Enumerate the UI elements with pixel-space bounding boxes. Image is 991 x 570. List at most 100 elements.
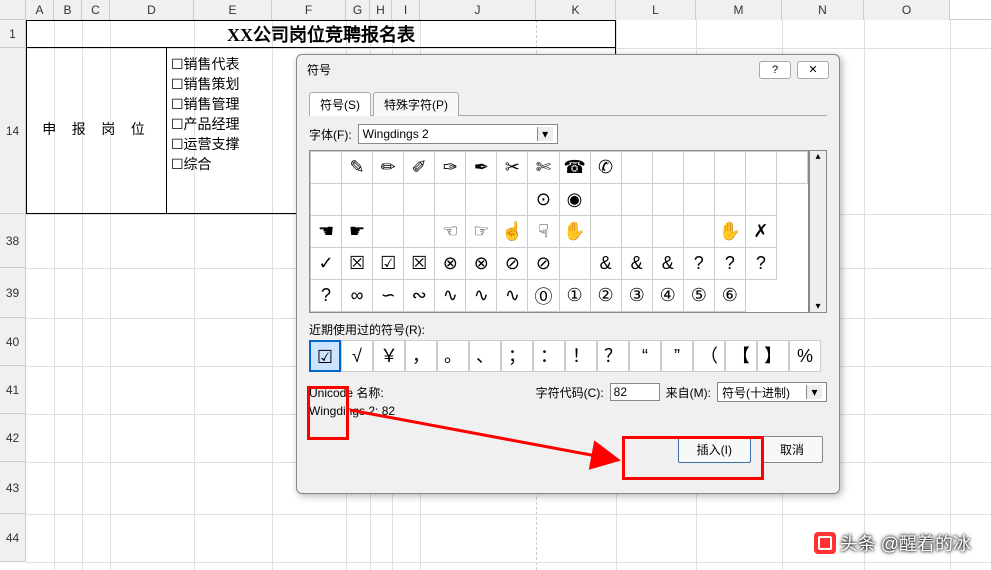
recent-symbol[interactable]: “ (629, 340, 661, 372)
symbol-cell[interactable]: ◉ (559, 184, 590, 216)
recent-symbol[interactable]: √ (341, 340, 373, 372)
symbol-cell[interactable]: ? (683, 248, 714, 280)
recent-symbol[interactable]: 。 (437, 340, 469, 372)
symbol-cell[interactable] (435, 184, 466, 216)
symbol-cell[interactable]: ⊗ (435, 248, 466, 280)
symbol-cell[interactable]: ✒ (466, 152, 497, 184)
recent-symbol[interactable]: 【 (725, 340, 757, 372)
symbol-cell[interactable] (342, 184, 373, 216)
font-select[interactable]: Wingdings 2 ▾ (358, 124, 558, 144)
symbol-cell[interactable]: ✓ (311, 248, 342, 280)
row-header[interactable]: 42 (0, 414, 26, 462)
symbol-cell[interactable]: ⊘ (528, 248, 559, 280)
symbol-cell[interactable] (404, 216, 435, 248)
symbol-cell[interactable] (683, 184, 714, 216)
symbol-cell[interactable]: ☒ (404, 248, 435, 280)
recent-symbol[interactable]: 】 (757, 340, 789, 372)
symbol-cell[interactable]: ⓪ (528, 280, 559, 312)
symbol-cell[interactable]: ✑ (435, 152, 466, 184)
symbol-cell[interactable]: ☎ (559, 152, 590, 184)
symbol-cell[interactable] (714, 152, 745, 184)
recent-symbol[interactable]: ， (405, 340, 437, 372)
symbol-cell[interactable]: ② (590, 280, 621, 312)
symbol-cell[interactable] (621, 216, 652, 248)
col-header[interactable]: K (536, 0, 616, 20)
col-header[interactable]: N (782, 0, 864, 20)
symbol-cell[interactable]: ④ (652, 280, 683, 312)
row-header[interactable]: 41 (0, 366, 26, 414)
symbol-cell[interactable] (466, 184, 497, 216)
symbol-cell[interactable]: ✎ (342, 152, 373, 184)
row-header[interactable]: 40 (0, 318, 26, 366)
symbol-cell[interactable]: ☛ (342, 216, 373, 248)
col-header[interactable]: B (54, 0, 82, 20)
recent-symbol[interactable]: ” (661, 340, 693, 372)
row-header[interactable]: 1 (0, 20, 26, 48)
symbol-cell[interactable] (590, 184, 621, 216)
recent-symbol[interactable]: ？ (597, 340, 629, 372)
col-header[interactable]: E (194, 0, 272, 20)
col-header[interactable]: C (82, 0, 110, 20)
symbol-cell[interactable]: ✋ (559, 216, 590, 248)
grid-scrollbar[interactable]: ▴▾ (809, 150, 827, 313)
symbol-cell[interactable]: ✄ (528, 152, 559, 184)
symbol-cell[interactable]: ⊙ (528, 184, 559, 216)
row-header[interactable]: 43 (0, 462, 26, 514)
symbol-cell[interactable]: ☞ (466, 216, 497, 248)
row-header[interactable]: 38 (0, 214, 26, 268)
symbol-cell[interactable]: ✐ (404, 152, 435, 184)
help-button[interactable]: ? (759, 61, 791, 79)
symbol-cell[interactable] (404, 184, 435, 216)
symbol-cell[interactable] (621, 152, 652, 184)
col-header[interactable]: G (346, 0, 370, 20)
symbol-cell[interactable]: & (652, 248, 683, 280)
symbol-cell[interactable]: ☑ (373, 248, 404, 280)
symbol-cell[interactable] (683, 152, 714, 184)
row-header[interactable]: 14 (0, 48, 26, 214)
symbol-cell[interactable]: ∿ (497, 280, 528, 312)
row-header[interactable]: 39 (0, 268, 26, 318)
col-header[interactable]: J (420, 0, 536, 20)
charcode-input[interactable] (610, 383, 660, 401)
row-header[interactable]: 44 (0, 514, 26, 562)
col-header[interactable]: A (26, 0, 54, 20)
close-button[interactable]: ✕ (797, 61, 829, 79)
recent-symbol[interactable]: ！ (565, 340, 597, 372)
symbol-cell[interactable]: & (590, 248, 621, 280)
recent-symbol[interactable]: ☑ (309, 340, 341, 372)
symbol-cell[interactable]: ☝ (497, 216, 528, 248)
symbol-cell[interactable]: ⊗ (466, 248, 497, 280)
symbol-cell[interactable] (776, 152, 807, 184)
symbol-cell[interactable]: ✏ (373, 152, 404, 184)
symbol-cell[interactable] (590, 216, 621, 248)
symbol-cell[interactable]: ③ (621, 280, 652, 312)
col-header[interactable]: F (272, 0, 346, 20)
symbol-cell[interactable]: ⊘ (497, 248, 528, 280)
recent-symbol[interactable]: ￥ (373, 340, 405, 372)
symbol-cell[interactable] (373, 184, 404, 216)
insert-button[interactable]: 插入(I) (678, 436, 751, 463)
symbol-cell[interactable] (621, 184, 652, 216)
symbol-cell[interactable] (652, 184, 683, 216)
symbol-cell[interactable]: ☜ (435, 216, 466, 248)
symbol-cell[interactable]: ☒ (342, 248, 373, 280)
col-header[interactable]: M (696, 0, 782, 20)
symbol-cell[interactable]: ⑤ (683, 280, 714, 312)
symbol-cell[interactable] (683, 216, 714, 248)
symbol-cell[interactable]: ? (745, 248, 776, 280)
col-header[interactable]: H (370, 0, 392, 20)
recent-symbol[interactable]: % (789, 340, 821, 372)
col-header[interactable]: I (392, 0, 420, 20)
symbol-cell[interactable] (745, 152, 776, 184)
symbol-cell[interactable]: ✆ (590, 152, 621, 184)
symbol-cell[interactable]: ∞ (342, 280, 373, 312)
symbol-cell[interactable] (497, 184, 528, 216)
symbol-cell[interactable]: ☟ (528, 216, 559, 248)
symbol-cell[interactable]: ∽ (373, 280, 404, 312)
symbol-cell[interactable] (714, 184, 745, 216)
symbol-cell[interactable] (652, 216, 683, 248)
symbol-cell[interactable]: ∿ (466, 280, 497, 312)
symbol-cell[interactable]: ∿ (435, 280, 466, 312)
tab-symbols[interactable]: 符号(S) (309, 92, 371, 116)
symbol-cell[interactable]: & (621, 248, 652, 280)
